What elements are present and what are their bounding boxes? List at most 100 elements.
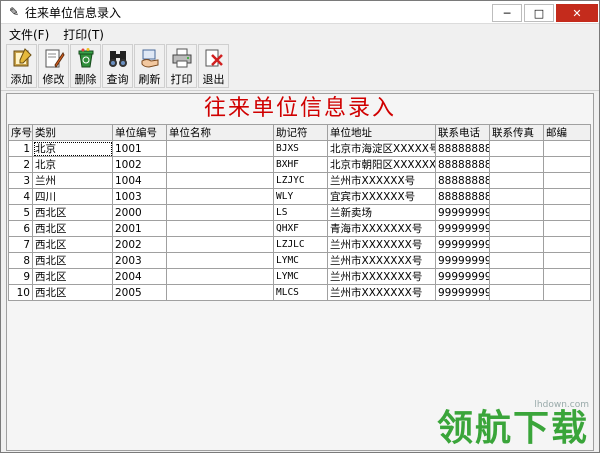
cell-address[interactable]: 兰新卖场 [327,204,436,221]
column-header[interactable]: 邮编 [543,124,591,141]
refresh-button[interactable]: 刷新 [134,44,165,88]
cell-zip[interactable] [543,236,591,253]
cell-address[interactable]: 北京市海淀区XXXXX号 [327,140,436,157]
cell-address[interactable]: 兰州市XXXXXXX号 [327,236,436,253]
cell-address[interactable]: 青海市XXXXXXX号 [327,220,436,237]
print-button[interactable]: 打印 [166,44,197,88]
cell-mnemonic[interactable]: LZJYC [273,172,328,189]
cell-category[interactable]: 四川 [32,188,113,205]
menu-file[interactable]: 文件(F) [9,26,49,43]
column-header[interactable]: 联系传真 [489,124,544,141]
cell-phone[interactable]: 88888888 [435,188,490,205]
cell-name[interactable] [166,236,274,253]
cell-phone[interactable]: 99999999 [435,268,490,285]
cell-phone[interactable]: 88888888 [435,156,490,173]
cell-fax[interactable] [489,252,544,269]
cell-mnemonic[interactable]: BJXS [273,140,328,157]
cell-zip[interactable] [543,268,591,285]
cell-phone[interactable]: 99999999 [435,236,490,253]
table-row[interactable]: 1 北京 1001 BJXS 北京市海淀区XXXXX号 88888888 [8,140,591,157]
cell-code[interactable]: 2005 [112,284,167,301]
delete-button[interactable]: 删除 [70,44,101,88]
add-button[interactable]: 添加 [6,44,37,88]
cell-category[interactable]: 西北区 [32,268,113,285]
cell-zip[interactable] [543,204,591,221]
cell-zip[interactable] [543,140,591,157]
cell-fax[interactable] [489,188,544,205]
cell-fax[interactable] [489,236,544,253]
cell-category[interactable]: 兰州 [32,172,113,189]
cell-code[interactable]: 2001 [112,220,167,237]
cell-category[interactable]: 北京 [32,140,113,157]
cell-zip[interactable] [543,172,591,189]
column-header[interactable]: 单位名称 [166,124,274,141]
cell-fax[interactable] [489,268,544,285]
cell-mnemonic[interactable]: MLCS [273,284,328,301]
cell-name[interactable] [166,140,274,157]
cell-phone[interactable]: 99999999 [435,284,490,301]
cell-name[interactable] [166,268,274,285]
cell-name[interactable] [166,172,274,189]
close-button[interactable]: ✕ [556,4,598,22]
cell-code[interactable]: 2003 [112,252,167,269]
cell-mnemonic[interactable]: LYMC [273,268,328,285]
table-row[interactable]: 6 西北区 2001 QHXF 青海市XXXXXXX号 99999999 [8,220,591,237]
cell-code[interactable]: 2004 [112,268,167,285]
cell-mnemonic[interactable]: LYMC [273,252,328,269]
cell-name[interactable] [166,204,274,221]
cell-category[interactable]: 西北区 [32,220,113,237]
cell-phone[interactable]: 88888888 [435,172,490,189]
exit-button[interactable]: 退出 [198,44,229,88]
cell-fax[interactable] [489,220,544,237]
cell-name[interactable] [166,252,274,269]
cell-phone[interactable]: 99999999 [435,220,490,237]
cell-address[interactable]: 兰州市XXXXXX号 [327,172,436,189]
cell-code[interactable]: 2000 [112,204,167,221]
cell-category[interactable]: 西北区 [32,204,113,221]
table-row[interactable]: 9 西北区 2004 LYMC 兰州市XXXXXXX号 99999999 [8,268,591,285]
cell-code[interactable]: 1001 [112,140,167,157]
cell-phone[interactable]: 99999999 [435,252,490,269]
table-row[interactable]: 8 西北区 2003 LYMC 兰州市XXXXXXX号 99999999 [8,252,591,269]
cell-fax[interactable] [489,172,544,189]
maximize-button[interactable]: □ [524,4,554,22]
table-row[interactable]: 10 西北区 2005 MLCS 兰州市XXXXXXX号 99999999 [8,284,591,301]
cell-zip[interactable] [543,156,591,173]
cell-mnemonic[interactable]: WLY [273,188,328,205]
cell-category[interactable]: 西北区 [32,252,113,269]
cell-mnemonic[interactable]: LS [273,204,328,221]
cell-address[interactable]: 宜宾市XXXXXX号 [327,188,436,205]
column-header[interactable]: 助记符 [273,124,328,141]
cell-zip[interactable] [543,220,591,237]
search-button[interactable]: 查询 [102,44,133,88]
cell-name[interactable] [166,188,274,205]
edit-button[interactable]: 修改 [38,44,69,88]
cell-name[interactable] [166,220,274,237]
cell-mnemonic[interactable]: LZJLC [273,236,328,253]
cell-address[interactable]: 兰州市XXXXXXX号 [327,252,436,269]
cell-code[interactable]: 2002 [112,236,167,253]
cell-zip[interactable] [543,188,591,205]
table-row[interactable]: 4 四川 1003 WLY 宜宾市XXXXXX号 88888888 [8,188,591,205]
column-header[interactable]: 单位地址 [327,124,436,141]
menu-print[interactable]: 打印(T) [63,26,104,43]
cell-fax[interactable] [489,284,544,301]
table-row[interactable]: 7 西北区 2002 LZJLC 兰州市XXXXXXX号 99999999 [8,236,591,253]
cell-category[interactable]: 西北区 [32,236,113,253]
column-header[interactable]: 联系电话 [435,124,490,141]
cell-phone[interactable]: 99999999 [435,204,490,221]
cell-code[interactable]: 1004 [112,172,167,189]
cell-fax[interactable] [489,156,544,173]
column-header[interactable]: 单位编号 [112,124,167,141]
column-header[interactable]: 类别 [32,124,113,141]
table-row[interactable]: 2 北京 1002 BXHF 北京市朝阳区XXXXXXX号 88888888 [8,156,591,173]
cell-code[interactable]: 1002 [112,156,167,173]
table-row[interactable]: 5 西北区 2000 LS 兰新卖场 99999999 [8,204,591,221]
cell-mnemonic[interactable]: BXHF [273,156,328,173]
cell-fax[interactable] [489,140,544,157]
cell-name[interactable] [166,284,274,301]
cell-address[interactable]: 兰州市XXXXXXX号 [327,284,436,301]
cell-address[interactable]: 北京市朝阳区XXXXXXX号 [327,156,436,173]
column-header[interactable]: 序号 [8,124,33,141]
cell-mnemonic[interactable]: QHXF [273,220,328,237]
